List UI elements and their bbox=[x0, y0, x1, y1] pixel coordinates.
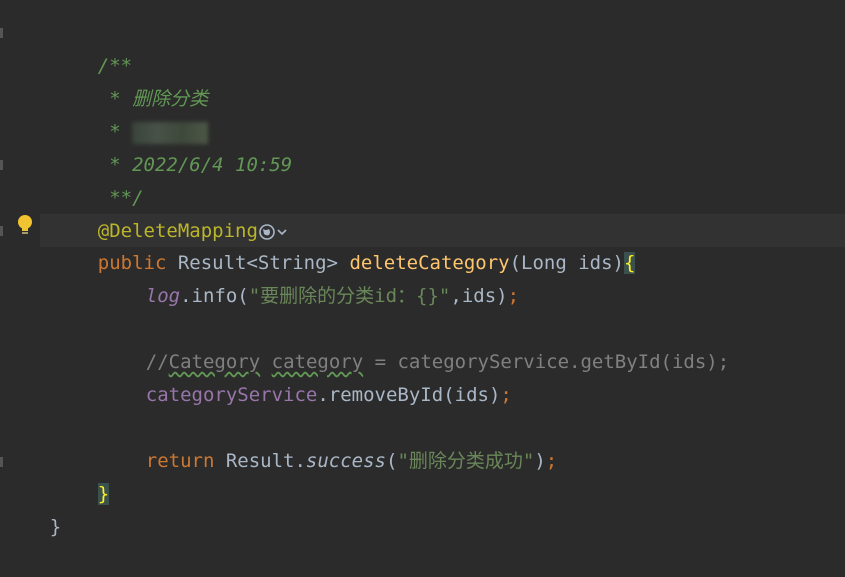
code-line[interactable]: @DeleteMapping bbox=[52, 182, 290, 242]
code-line[interactable]: } bbox=[4, 478, 61, 538]
service-field: categoryService bbox=[145, 384, 318, 406]
args: ,ids) bbox=[450, 285, 508, 307]
static-method: success bbox=[305, 450, 386, 472]
code-line[interactable]: log.info("要删除的分类id：{}",ids); bbox=[100, 247, 519, 307]
method-call: .removeById(ids) bbox=[317, 384, 501, 406]
lightbulb-icon[interactable] bbox=[16, 214, 34, 236]
code-editor[interactable]: /** * 删除分类 * * 2022/6/4 10:59 **/ @Delet… bbox=[0, 0, 845, 539]
string-literal: "删除分类成功" bbox=[397, 450, 535, 472]
fold-marker[interactable] bbox=[0, 28, 3, 38]
code-line[interactable]: /** bbox=[52, 17, 132, 77]
code-line[interactable]: * bbox=[52, 83, 209, 144]
closing-brace: } bbox=[49, 516, 62, 538]
code-line[interactable]: * 删除分类 bbox=[52, 50, 208, 110]
brace-highlight: } bbox=[97, 483, 110, 505]
fold-marker[interactable] bbox=[0, 457, 3, 467]
code-line[interactable]: //Category category = categoryService.ge… bbox=[100, 313, 729, 373]
paren: ( bbox=[386, 450, 398, 472]
type-name: Result. bbox=[214, 450, 306, 472]
editor-gutter[interactable] bbox=[0, 0, 40, 539]
semicolon: ; bbox=[507, 285, 520, 307]
code-line[interactable]: **/ bbox=[52, 149, 143, 209]
fold-marker[interactable] bbox=[0, 160, 3, 170]
semicolon: ; bbox=[545, 450, 558, 472]
code-line[interactable]: return Result.success("删除分类成功"); bbox=[100, 412, 557, 472]
method-call: .info( bbox=[180, 285, 249, 307]
string-literal: "要删除的分类id：{}" bbox=[248, 285, 451, 307]
fold-marker[interactable] bbox=[0, 226, 3, 236]
params: (Long ids) bbox=[509, 252, 624, 274]
paren: ) bbox=[534, 450, 546, 472]
code-line[interactable]: } bbox=[52, 445, 110, 505]
keyword: return bbox=[145, 450, 215, 472]
code-line[interactable]: categoryService.removeById(ids); bbox=[100, 346, 512, 406]
semicolon: ; bbox=[500, 384, 512, 406]
code-line[interactable]: * 2022/6/4 10:59 bbox=[52, 116, 292, 176]
brace-highlight: { bbox=[623, 252, 636, 274]
log-field: log bbox=[145, 285, 181, 307]
code-line[interactable]: public Result<String> deleteCategory(Lon… bbox=[52, 214, 636, 274]
